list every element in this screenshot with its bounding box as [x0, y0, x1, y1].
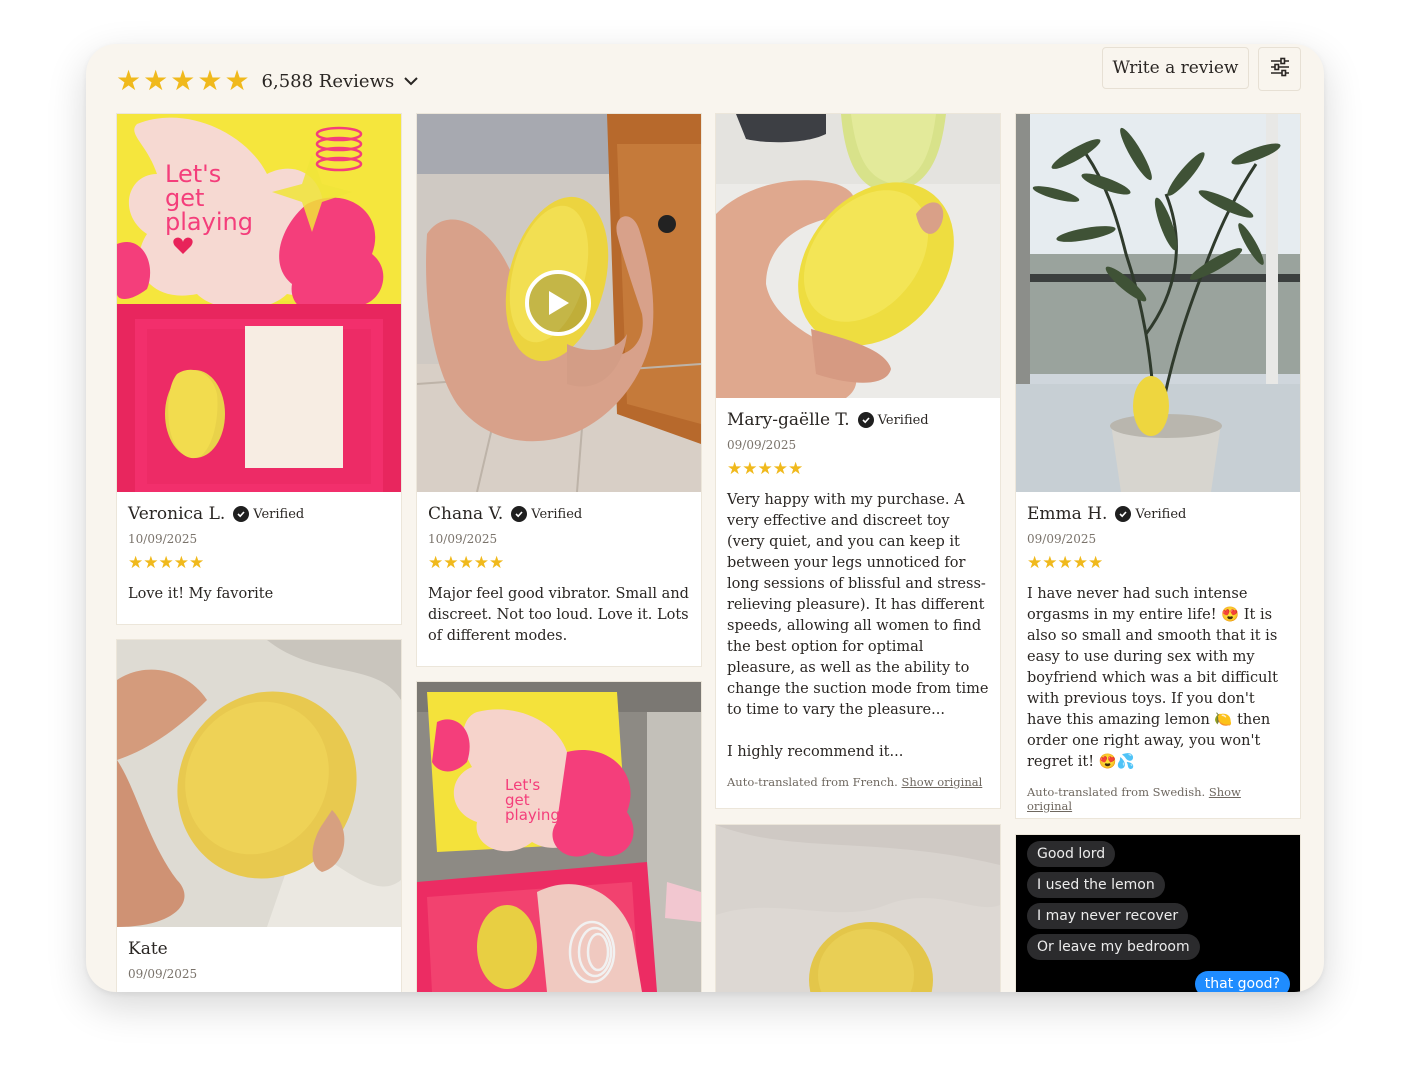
verified-check-icon	[511, 506, 528, 522]
box-text: playing	[165, 208, 253, 236]
review-text: I have never had such intense orgasms in…	[1027, 586, 1278, 770]
chat-bubble: I may never recover	[1027, 903, 1189, 929]
star-icon: ★	[170, 64, 196, 97]
review-date: 09/09/2025	[727, 438, 797, 452]
verified-check-icon	[1115, 506, 1132, 522]
write-review-button[interactable]: Write a review	[1102, 47, 1249, 89]
reviews-widget: ★ ★ ★ ★ ★ 6,588 Reviews Write a review L…	[86, 44, 1324, 992]
reviewer-name: Veronica L.	[128, 504, 226, 524]
reviewer-name: Chana V.	[428, 504, 504, 524]
review-date: 09/09/2025	[128, 967, 198, 981]
verified-check-icon	[233, 506, 250, 522]
review-count: 6,588 Reviews	[261, 70, 395, 92]
review-photo[interactable]: Let's get playing	[417, 682, 701, 992]
rating-summary-dropdown[interactable]: ★ ★ ★ ★ ★ 6,588 Reviews	[116, 56, 418, 106]
star-icon: ★	[224, 64, 250, 97]
review-card[interactable]: Mary-gaëlle T. Verified 09/09/2025 ★★★★★…	[716, 114, 1000, 808]
reviewer-name: Emma H.	[1027, 504, 1108, 524]
star-icon: ★	[116, 64, 142, 97]
review-photo[interactable]	[117, 640, 401, 927]
chat-bubble: Or leave my bedroom	[1027, 934, 1200, 960]
review-card[interactable]: Let's get playing Veronica L. Verified 1…	[117, 114, 401, 624]
star-icon: ★	[197, 64, 223, 97]
play-icon	[546, 290, 570, 316]
sliders-icon	[1270, 57, 1290, 81]
review-stars: ★★★★★	[727, 459, 804, 479]
review-photo[interactable]: Let's get playing	[117, 114, 401, 492]
chat-bubble: I used the lemon	[1027, 872, 1165, 898]
verified-check-icon	[857, 412, 874, 428]
review-text: Very happy with my purchase. A very effe…	[727, 492, 989, 760]
chat-screenshot[interactable]: Good lord I used the lemon I may never r…	[1016, 835, 1300, 992]
verified-badge: Verified	[253, 506, 305, 522]
reviewer-name: Kate	[128, 939, 168, 959]
translation-note: Auto-translated from French. Show origin…	[727, 775, 983, 789]
review-photo[interactable]	[1016, 114, 1300, 492]
review-card[interactable]: Good lord I used the lemon I may never r…	[1016, 835, 1300, 992]
rating-stars: ★ ★ ★ ★ ★	[116, 67, 250, 95]
translation-note: Auto-translated from Swedish. Show origi…	[1027, 785, 1241, 813]
box-text: playing	[505, 806, 560, 824]
verified-badge: Verified	[1135, 506, 1187, 522]
review-card[interactable]	[716, 825, 1000, 992]
review-card[interactable]: Emma H. Verified 09/09/2025 ★★★★★ I have…	[1016, 114, 1300, 818]
review-date: 09/09/2025	[1027, 532, 1097, 546]
verified-badge: Verified	[531, 506, 583, 522]
play-button[interactable]	[525, 270, 591, 336]
review-photo[interactable]	[716, 825, 1000, 992]
chevron-down-icon	[404, 76, 418, 86]
review-stars: ★★★★★	[428, 553, 505, 573]
filter-button[interactable]	[1258, 47, 1301, 91]
review-card[interactable]: Chana V. Verified 10/09/2025 ★★★★★ Major…	[417, 114, 701, 666]
show-original-link[interactable]: Show original	[902, 775, 983, 789]
review-photo[interactable]	[716, 114, 1000, 398]
review-video[interactable]	[417, 114, 701, 492]
review-text: Major feel good vibrator. Small and disc…	[428, 586, 689, 644]
review-text: Love it! My favorite	[128, 586, 274, 602]
star-icon: ★	[143, 64, 169, 97]
reviewer-name: Mary-gaëlle T.	[727, 410, 850, 430]
review-stars: ★★★★★	[1027, 553, 1104, 573]
verified-badge: Verified	[877, 412, 929, 428]
chat-bubble-sent: that good?	[1194, 971, 1290, 992]
review-date: 10/09/2025	[428, 532, 498, 546]
chat-bubble: Good lord	[1027, 841, 1116, 867]
review-card[interactable]: Kate 09/09/2025	[117, 640, 401, 992]
review-date: 10/09/2025	[128, 532, 198, 546]
review-stars: ★★★★★	[128, 553, 205, 573]
review-card[interactable]: Let's get playing	[417, 682, 701, 992]
